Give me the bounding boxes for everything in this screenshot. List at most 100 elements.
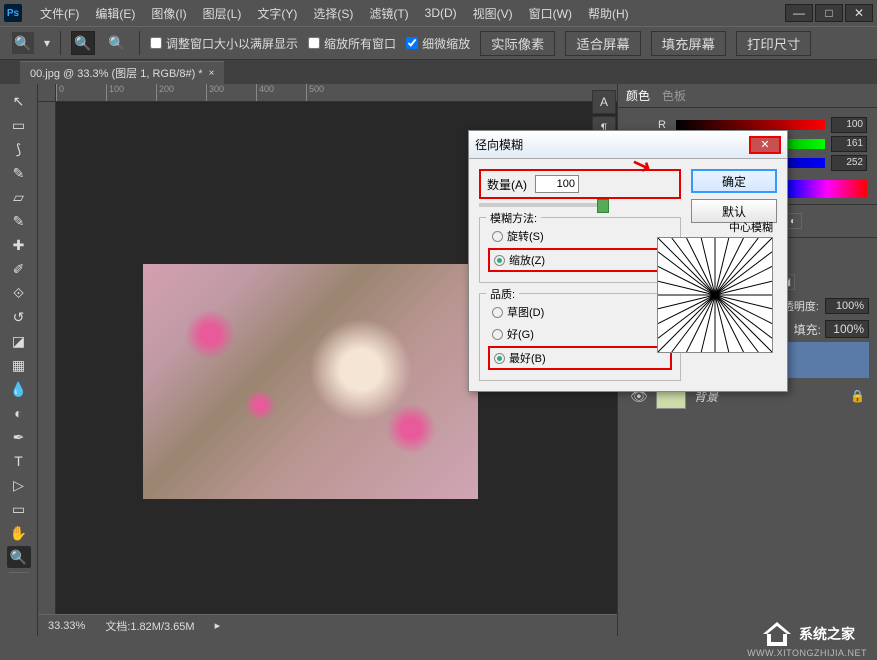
watermark-text: 系统之家 xyxy=(799,624,855,644)
tools-panel: ↖ ▭ ⟆ ✎ ▱ ✎ ✚ ✐ ⟐ ↺ ◪ ▦ 💧 ◐ ✒ T ▷ ▭ ✋ 🔍 xyxy=(0,84,38,636)
method-spin-radio[interactable]: 旋转(S) xyxy=(488,226,672,246)
amount-slider[interactable] xyxy=(479,203,609,207)
watermark-url: WWW.XITONGZHIJIA.NET xyxy=(747,648,867,658)
zoom-tool-icon[interactable]: 🔍 xyxy=(7,546,31,568)
quality-group: 品质: 草图(D) 好(G) 最好(B) xyxy=(479,293,681,381)
ok-button[interactable]: 确定 xyxy=(691,169,777,193)
radial-lines-icon xyxy=(658,238,772,352)
menu-select[interactable]: 选择(S) xyxy=(305,3,361,24)
crop-tool-icon[interactable]: ▱ xyxy=(7,186,31,208)
zoom-percentage[interactable]: 33.33% xyxy=(48,620,85,632)
fine-zoom-checkbox[interactable]: 细微缩放 xyxy=(406,35,470,52)
move-tool-icon[interactable]: ↖ xyxy=(7,90,31,112)
gradient-tool-icon[interactable]: ▦ xyxy=(7,354,31,376)
menu-type[interactable]: 文字(Y) xyxy=(249,3,305,24)
close-tab-icon[interactable]: × xyxy=(209,68,215,79)
document-tab-label: 00.jpg @ 33.3% (图层 1, RGB/8#) * xyxy=(30,65,203,81)
r-slider[interactable] xyxy=(676,120,825,130)
house-icon xyxy=(761,620,793,648)
eyedropper-tool-icon[interactable]: ✎ xyxy=(7,210,31,232)
brush-tool-icon[interactable]: ✐ xyxy=(7,258,31,280)
character-panel-icon[interactable]: A xyxy=(592,90,616,114)
menu-window[interactable]: 窗口(W) xyxy=(521,3,580,24)
history-brush-tool-icon[interactable]: ↺ xyxy=(7,306,31,328)
zoom-tool-preset-icon[interactable]: 🔍 xyxy=(12,32,34,54)
dodge-tool-icon[interactable]: ◐ xyxy=(7,402,31,424)
menu-layer[interactable]: 图层(L) xyxy=(195,3,250,24)
ruler-corner xyxy=(38,84,56,102)
method-zoom-radio[interactable]: 缩放(Z) xyxy=(488,248,672,272)
blur-method-group: 模糊方法: 旋转(S) 缩放(Z) xyxy=(479,217,681,283)
type-tool-icon[interactable]: T xyxy=(7,450,31,472)
fill-screen-button[interactable]: 填充屏幕 xyxy=(651,31,726,56)
g-value[interactable]: 161 xyxy=(831,136,867,152)
zoom-out-button[interactable]: 🔍 xyxy=(105,31,129,55)
fill-label: 填充: xyxy=(794,321,821,338)
blur-center-preview[interactable] xyxy=(657,237,773,353)
center-blur-label: 中心模糊 xyxy=(729,219,773,235)
separator xyxy=(9,572,29,573)
document-tab[interactable]: 00.jpg @ 33.3% (图层 1, RGB/8#) * × xyxy=(20,61,224,84)
fill-value[interactable]: 100% xyxy=(825,320,869,338)
vertical-ruler xyxy=(38,102,56,636)
chevron-right-icon[interactable]: ▸ xyxy=(215,619,221,632)
status-bar: 33.33% 文档:1.82M/3.65M ▸ xyxy=(38,614,617,636)
color-panel-tab[interactable]: 颜色 xyxy=(626,87,650,104)
amount-label: 数量(A) xyxy=(487,176,527,193)
menu-filter[interactable]: 滤镜(T) xyxy=(361,3,416,24)
window-maximize-button[interactable]: □ xyxy=(815,4,843,22)
menu-view[interactable]: 视图(V) xyxy=(465,3,521,24)
doc-size-value: 1.82M/3.65M xyxy=(130,621,194,633)
actual-pixels-button[interactable]: 实际像素 xyxy=(480,31,555,56)
healing-tool-icon[interactable]: ✚ xyxy=(7,234,31,256)
dialog-title: 径向模糊 xyxy=(475,136,749,153)
menu-image[interactable]: 图像(I) xyxy=(143,3,194,24)
quality-draft-radio[interactable]: 草图(D) xyxy=(488,302,672,322)
document-tab-bar: 00.jpg @ 33.3% (图层 1, RGB/8#) * × xyxy=(0,60,877,84)
quick-select-tool-icon[interactable]: ✎ xyxy=(7,162,31,184)
marquee-tool-icon[interactable]: ▭ xyxy=(7,114,31,136)
quality-best-radio[interactable]: 最好(B) xyxy=(488,346,672,370)
eraser-tool-icon[interactable]: ◪ xyxy=(7,330,31,352)
amount-input[interactable] xyxy=(535,175,579,193)
lasso-tool-icon[interactable]: ⟆ xyxy=(7,138,31,160)
document-image xyxy=(143,264,478,499)
stamp-tool-icon[interactable]: ⟐ xyxy=(7,282,31,304)
resize-fit-checkbox[interactable]: 调整窗口大小以满屏显示 xyxy=(150,35,298,52)
menu-3d[interactable]: 3D(D) xyxy=(417,4,465,22)
menu-bar: Ps 文件(F) 编辑(E) 图像(I) 图层(L) 文字(Y) 选择(S) 滤… xyxy=(0,0,877,26)
hand-tool-icon[interactable]: ✋ xyxy=(7,522,31,544)
horizontal-ruler: 0 100 200 300 400 500 xyxy=(56,84,617,102)
b-value[interactable]: 252 xyxy=(831,155,867,171)
menu-edit[interactable]: 编辑(E) xyxy=(87,3,143,24)
dropdown-icon[interactable]: ▾ xyxy=(44,36,50,50)
pen-tool-icon[interactable]: ✒ xyxy=(7,426,31,448)
lock-icon: 🔒 xyxy=(850,389,865,403)
radial-blur-dialog: 径向模糊 ✕ 数量(A) 模糊方法: 旋转(S) 缩放(Z) 品质: 草图(D)… xyxy=(468,130,788,392)
blur-tool-icon[interactable]: 💧 xyxy=(7,378,31,400)
tool-options-bar: 🔍 ▾ 🔍 🔍 调整窗口大小以满屏显示 缩放所有窗口 细微缩放 实际像素 适合屏… xyxy=(0,26,877,60)
r-value[interactable]: 100 xyxy=(831,117,867,133)
zoom-all-checkbox[interactable]: 缩放所有窗口 xyxy=(308,35,396,52)
amount-field-group: 数量(A) xyxy=(479,169,681,199)
zoom-in-button[interactable]: 🔍 xyxy=(71,31,95,55)
shape-tool-icon[interactable]: ▭ xyxy=(7,498,31,520)
app-logo: Ps xyxy=(4,4,22,22)
method-legend: 模糊方法: xyxy=(486,210,541,226)
fit-screen-button[interactable]: 适合屏幕 xyxy=(565,31,640,56)
dialog-close-button[interactable]: ✕ xyxy=(749,136,781,154)
separator xyxy=(139,31,140,55)
opacity-value[interactable]: 100% xyxy=(825,298,869,314)
path-select-tool-icon[interactable]: ▷ xyxy=(7,474,31,496)
window-minimize-button[interactable]: — xyxy=(785,4,813,22)
watermark: 系统之家 xyxy=(761,620,855,648)
quality-good-radio[interactable]: 好(G) xyxy=(488,324,672,344)
dialog-titlebar[interactable]: 径向模糊 ✕ xyxy=(469,131,787,159)
menu-help[interactable]: 帮助(H) xyxy=(580,3,637,24)
swatches-panel-tab[interactable]: 色板 xyxy=(662,87,686,104)
separator xyxy=(60,31,61,55)
quality-legend: 品质: xyxy=(486,286,519,302)
window-close-button[interactable]: ✕ xyxy=(845,4,873,22)
print-size-button[interactable]: 打印尺寸 xyxy=(736,31,811,56)
menu-file[interactable]: 文件(F) xyxy=(32,3,87,24)
